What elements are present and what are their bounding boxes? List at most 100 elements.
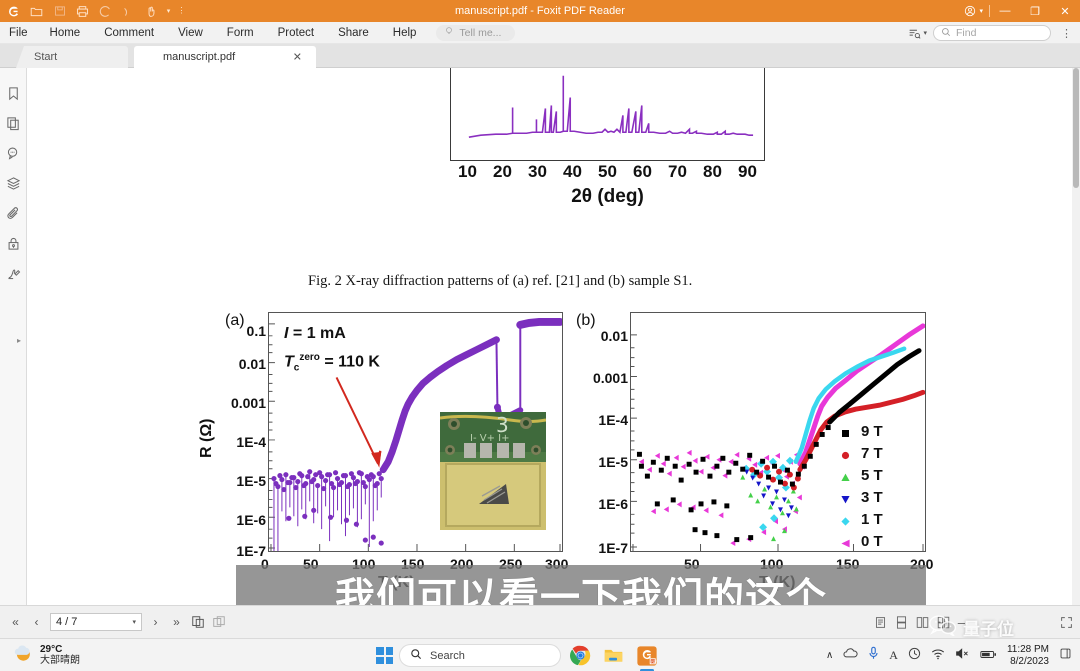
- single-page-view-icon[interactable]: [874, 616, 888, 630]
- taskbar-search-placeholder: Search: [430, 649, 465, 662]
- battery-icon[interactable]: [980, 647, 997, 665]
- restore-button[interactable]: ❐: [1020, 0, 1050, 22]
- menu-share[interactable]: Share: [326, 22, 381, 44]
- x-tick: 50: [598, 162, 617, 181]
- legend-marker-diamond-icon: [840, 514, 851, 526]
- menu-form[interactable]: Form: [215, 22, 266, 44]
- navigation-rail: ▸: [0, 68, 27, 605]
- menu-home[interactable]: Home: [38, 22, 93, 44]
- y-tick: 1E-4: [236, 434, 266, 450]
- search-icon: [941, 27, 951, 40]
- onedrive-icon[interactable]: [843, 647, 858, 665]
- y-tick: 0.1: [246, 323, 266, 339]
- undo-icon[interactable]: [95, 1, 116, 21]
- chevron-down-icon[interactable]: ▾: [132, 618, 136, 626]
- redo-icon[interactable]: [118, 1, 139, 21]
- menu-view[interactable]: View: [166, 22, 215, 44]
- wifi-icon[interactable]: [931, 647, 945, 665]
- taskbar-app-foxit-pdf-reader[interactable]: PDF: [633, 642, 660, 669]
- layers-icon[interactable]: [4, 174, 22, 192]
- start-button-icon[interactable]: [376, 647, 393, 664]
- taskbar-search-input[interactable]: Search: [399, 644, 561, 667]
- close-icon[interactable]: ✕: [293, 51, 302, 64]
- y-tick: 0.001: [230, 395, 266, 411]
- menu-help[interactable]: Help: [381, 22, 429, 44]
- bookmark-icon[interactable]: [4, 84, 22, 102]
- y-tick: 1E-6: [236, 512, 266, 528]
- page-number-input[interactable]: 4 / 7 ▾: [50, 613, 142, 631]
- previous-page-button[interactable]: ‹: [26, 611, 47, 633]
- account-icon[interactable]: ▾: [958, 5, 989, 17]
- first-page-button[interactable]: «: [5, 611, 26, 633]
- qat-dropdown-icon[interactable]: ▾: [164, 1, 173, 21]
- ribbon-overflow-icon[interactable]: ⋮: [1057, 27, 1076, 40]
- legend-marker-square-icon: [840, 426, 851, 437]
- open-file-icon[interactable]: [26, 1, 47, 21]
- weather-temperature: 29°C: [40, 643, 63, 655]
- tab-manuscript-pdf[interactable]: manuscript.pdf ✕: [134, 46, 316, 68]
- y-tick: 1E-5: [598, 454, 628, 470]
- clock-time: 11:28 PM: [1006, 643, 1049, 655]
- legend-item-1t[interactable]: 1 T: [840, 511, 883, 528]
- lock-icon[interactable]: [4, 234, 22, 252]
- save-icon[interactable]: [49, 1, 70, 21]
- paperclip-icon[interactable]: [4, 204, 22, 222]
- annotation-current-value: = 1 mA: [292, 325, 346, 342]
- taskbar-app-chrome[interactable]: [567, 642, 594, 669]
- comment-icon[interactable]: [4, 144, 22, 162]
- notification-icon[interactable]: [1059, 647, 1072, 665]
- scrollbar-thumb[interactable]: [1073, 68, 1079, 188]
- close-button[interactable]: ✕: [1050, 0, 1080, 22]
- facing-continuous-view-icon[interactable]: [937, 616, 951, 630]
- svg-text:PDF: PDF: [651, 659, 657, 663]
- zoom-out-button[interactable]: –: [958, 615, 965, 630]
- document-viewer[interactable]: intensity 10 20 30 40 50 60 70 80 90: [27, 68, 1072, 605]
- qat-overflow-icon[interactable]: ⋮: [175, 1, 188, 21]
- taskbar-center: Search PDF: [376, 639, 660, 671]
- figure-2-caption: Fig. 2 X-ray diffraction patterns of (a)…: [308, 273, 693, 289]
- legend-item-0t[interactable]: 0 T: [840, 533, 883, 550]
- search-options-button[interactable]: ▾: [908, 27, 927, 40]
- y-tick: 1E-6: [598, 496, 628, 512]
- foxit-logo-icon[interactable]: [3, 1, 24, 21]
- y-tick: 1E-5: [236, 473, 266, 489]
- last-page-button[interactable]: »: [166, 611, 187, 633]
- show-hidden-icons-icon[interactable]: ∧: [826, 650, 833, 661]
- hand-tool-icon[interactable]: [141, 1, 162, 21]
- pages-icon[interactable]: [4, 114, 22, 132]
- weather-widget[interactable]: 29°C 大部晴朗: [12, 643, 80, 667]
- menu-protect[interactable]: Protect: [266, 22, 326, 44]
- svg-text:I- V+ I+: I- V+ I+: [470, 433, 509, 444]
- tell-me-search[interactable]: Tell me...: [436, 24, 516, 41]
- signature-icon[interactable]: [4, 264, 22, 282]
- next-page-button[interactable]: ›: [145, 611, 166, 633]
- find-input[interactable]: Find: [933, 25, 1051, 41]
- window-controls: ▾ — ❐ ✕: [958, 0, 1080, 22]
- minimize-button[interactable]: —: [990, 0, 1020, 22]
- ime-indicator-icon[interactable]: A: [889, 648, 898, 663]
- page-layout-icon[interactable]: [208, 611, 229, 633]
- facing-view-icon[interactable]: [916, 616, 930, 630]
- menu-file[interactable]: File: [0, 22, 38, 44]
- x-tick: 30: [528, 162, 547, 181]
- tab-start[interactable]: Start: [16, 46, 128, 68]
- rail-expander-icon[interactable]: ▸: [17, 336, 21, 345]
- continuous-view-icon[interactable]: [895, 615, 909, 630]
- legend-item-7t[interactable]: 7 T: [840, 445, 883, 462]
- legend-marker-triangle-up-icon: [840, 470, 851, 481]
- taskbar-clock[interactable]: 11:28 PM 8/2/2023: [1007, 644, 1049, 668]
- taskbar-app-file-explorer[interactable]: [600, 642, 627, 669]
- system-tray: ∧ A 11:28 PM 8/2/2023: [826, 639, 1072, 671]
- legend-marker-circle-icon: [840, 448, 851, 460]
- vertical-scrollbar[interactable]: [1072, 68, 1080, 605]
- fullscreen-icon[interactable]: [1060, 616, 1074, 630]
- rotate-view-icon[interactable]: [187, 611, 208, 633]
- legend-item-5t[interactable]: 5 T: [840, 467, 883, 484]
- legend-item-3t[interactable]: 3 T: [840, 489, 883, 506]
- clock-history-icon[interactable]: [908, 647, 921, 665]
- volume-muted-icon[interactable]: [955, 647, 970, 665]
- print-icon[interactable]: [72, 1, 93, 21]
- legend-item-9t[interactable]: 9 T: [840, 423, 883, 440]
- microphone-icon[interactable]: [868, 646, 879, 665]
- menu-comment[interactable]: Comment: [92, 22, 166, 44]
